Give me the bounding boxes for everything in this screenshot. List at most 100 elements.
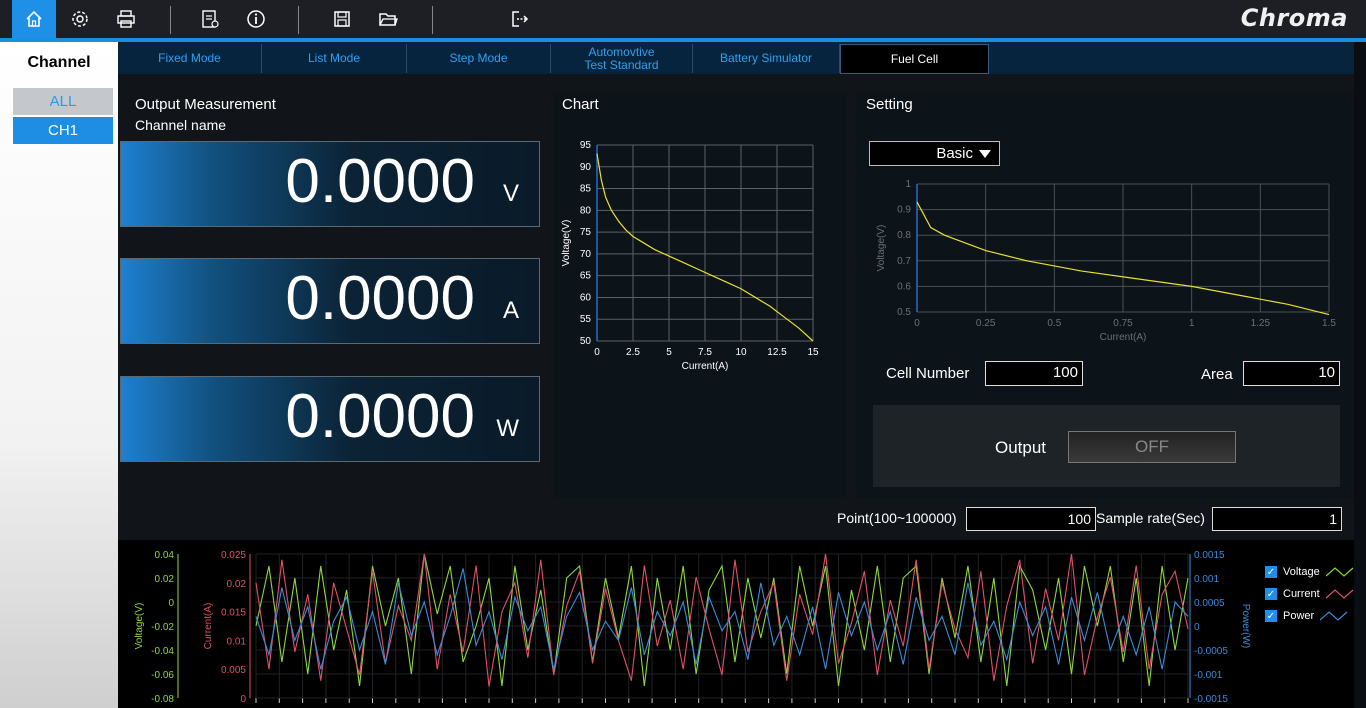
current-legend-swatch: [1325, 589, 1354, 599]
x-tick-label: 15: [807, 347, 819, 358]
chart-title: Chart: [562, 96, 599, 113]
tab-automotive-test-standard[interactable]: Automovtive Test Standard: [551, 44, 693, 73]
cell-number-input[interactable]: 100: [985, 361, 1083, 386]
current-axis-label: Current(A): [203, 603, 214, 650]
power-tick-label: 0.001: [1194, 574, 1219, 585]
x-tick-label: 1.25: [1251, 318, 1271, 329]
x-tick-label: 5: [666, 347, 672, 358]
power-display: 0.0000 W: [120, 376, 540, 462]
y-tick-label: 0.6: [897, 281, 911, 292]
voltage-tick-label: -0.02: [151, 622, 174, 633]
area-input[interactable]: 10: [1243, 361, 1340, 386]
mode-select[interactable]: Basic: [869, 141, 1000, 166]
x-tick-label: 0: [914, 318, 920, 329]
y-tick-label: 95: [580, 140, 592, 151]
channel-all-button[interactable]: ALL: [13, 88, 113, 115]
right-edge-bar: [1354, 42, 1366, 708]
current-tick-label: 0.025: [221, 550, 246, 561]
y-tick-label: 80: [580, 205, 592, 216]
voltage-tick-label: 0.02: [155, 574, 175, 585]
voltage-value: 0.0000: [285, 147, 475, 216]
voltage-tick-label: -0.08: [151, 694, 174, 705]
y-axis-label: Voltage(V): [561, 220, 572, 267]
exit-icon: [512, 11, 529, 27]
channel-name-label: Channel name: [135, 117, 227, 133]
checkbox-checked-icon: ✓: [1265, 588, 1277, 600]
area-label: Area: [1201, 366, 1233, 383]
open-folder-button[interactable]: [366, 0, 410, 38]
output-toggle-button[interactable]: OFF: [1068, 431, 1236, 463]
output-label: Output: [995, 438, 1047, 457]
x-tick-label: 0.5: [1047, 318, 1061, 329]
save-icon: [334, 11, 350, 27]
home-button[interactable]: [12, 0, 56, 38]
home-icon: [26, 10, 42, 27]
power-value: 0.0000: [285, 382, 475, 451]
report-button[interactable]: [188, 0, 232, 38]
y-tick-label: 0.5: [897, 307, 911, 318]
tab-step-mode[interactable]: Step Mode: [407, 44, 551, 73]
legend-power[interactable]: ✓ Power: [1265, 610, 1348, 622]
x-axis-label: Current(A): [682, 361, 729, 372]
x-axis-label: Current(A): [1100, 332, 1147, 343]
current-tick-label: 0.02: [227, 579, 247, 590]
print-button[interactable]: [104, 0, 148, 38]
brand-logo: Chroma: [1240, 4, 1348, 32]
current-tick-label: 0.01: [227, 636, 247, 647]
power-unit: W: [496, 415, 519, 442]
y-tick-label: 55: [580, 314, 592, 325]
tab-battery-simulator[interactable]: Battery Simulator: [693, 44, 840, 73]
power-axis-label: Power(W): [1240, 604, 1251, 648]
current-tick-label: 0: [240, 694, 246, 705]
y-tick-label: 0.9: [897, 205, 911, 216]
x-tick-label: 1.5: [1322, 318, 1336, 329]
point-input[interactable]: 100: [966, 507, 1096, 531]
voltage-legend-swatch: [1325, 567, 1354, 577]
current-value: 0.0000: [285, 264, 475, 333]
x-tick-label: 0: [594, 347, 600, 358]
checkbox-checked-icon: ✓: [1265, 610, 1277, 622]
tab-fuel-cell[interactable]: Fuel Cell: [840, 44, 989, 74]
voltage-tick-label: -0.06: [151, 670, 174, 681]
legend-current[interactable]: ✓ Current: [1265, 588, 1354, 600]
mode-select-value: Basic: [936, 145, 973, 162]
point-label: Point(100~100000): [837, 510, 957, 526]
tab-list-mode[interactable]: List Mode: [262, 44, 407, 73]
channel-sidebar: Channel ALL CH1: [0, 42, 118, 708]
y-tick-label: 0.8: [897, 230, 911, 241]
sample-rate-input[interactable]: 1: [1212, 507, 1342, 531]
save-button[interactable]: [320, 0, 364, 38]
voltage-tick-label: -0.04: [151, 646, 174, 657]
legend-current-label: Current: [1283, 588, 1320, 600]
legend-voltage-label: Voltage: [1283, 566, 1320, 578]
y-axis-label: Voltage(V): [876, 225, 887, 272]
exit-button[interactable]: [498, 0, 542, 38]
channel-ch1-button[interactable]: CH1: [13, 117, 113, 144]
channel-title: Channel: [27, 54, 91, 71]
power-tick-label: -0.001: [1194, 670, 1223, 681]
cell-number-label: Cell Number: [886, 365, 970, 382]
info-button[interactable]: [234, 0, 278, 38]
sample-rate-label: Sample rate(Sec): [1096, 510, 1205, 526]
y-tick-label: 1: [905, 179, 911, 190]
report-icon: [202, 10, 219, 28]
y-tick-label: 90: [580, 162, 592, 173]
open-folder-icon: [379, 13, 398, 26]
legend-voltage[interactable]: ✓ Voltage: [1265, 566, 1354, 578]
x-tick-label: 10: [735, 347, 747, 358]
voltage-tick-label: 0.04: [155, 550, 175, 561]
tab-fixed-mode[interactable]: Fixed Mode: [118, 44, 262, 73]
current-tick-label: 0.005: [221, 665, 246, 676]
y-tick-label: 60: [580, 292, 592, 303]
polarization-curve-chart: 0 0.25 0.5 0.75 1 1.25 1.5 0.5 0.6 0.7 0.8 0.9 1 Curr…: [876, 179, 1336, 343]
current-unit: A: [502, 297, 519, 324]
output-measurement-title: Output Measurement: [135, 96, 276, 113]
settings-button[interactable]: [58, 0, 102, 38]
x-tick-label: 0.75: [1113, 318, 1133, 329]
power-tick-label: -0.0005: [1194, 646, 1228, 657]
power-tick-label: 0: [1194, 622, 1200, 633]
voltage-axis-label: Voltage(V): [134, 603, 145, 650]
power-tick-label: 0.0005: [1194, 598, 1225, 609]
y-tick-label: 0.7: [897, 256, 911, 267]
setting-title: Setting: [866, 96, 913, 113]
